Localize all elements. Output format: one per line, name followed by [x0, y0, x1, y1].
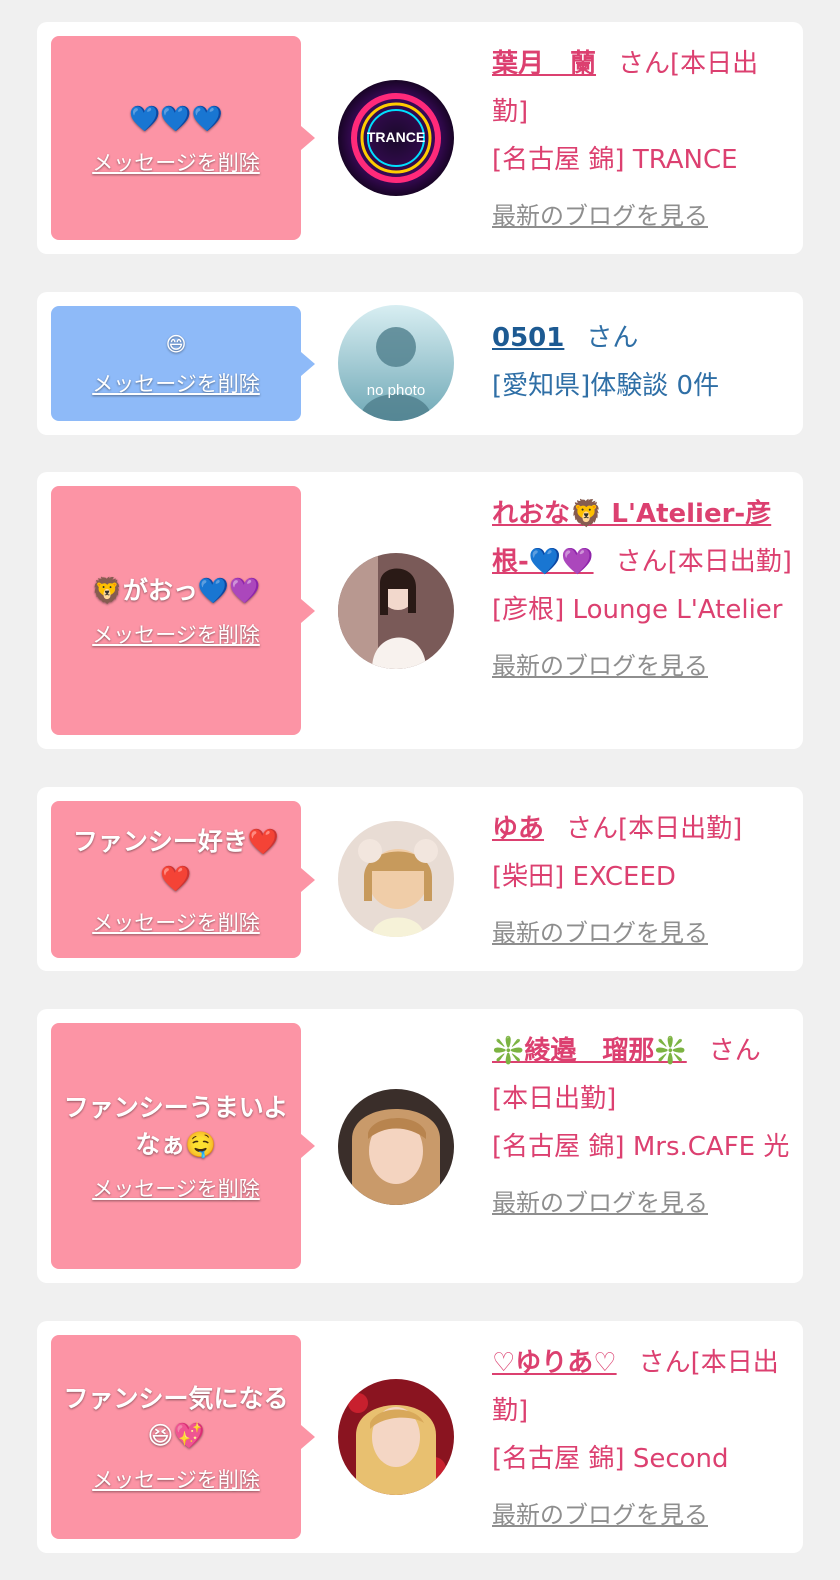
- message-bubble: ファンシーうまいよなぁ🤤 メッセージを削除: [51, 1023, 315, 1269]
- cast-name-link[interactable]: 葉月 蘭: [492, 49, 596, 79]
- avatar[interactable]: TRANCE: [338, 80, 454, 196]
- delete-message-link[interactable]: メッセージを削除: [92, 147, 260, 177]
- user-info: 0501 さん [愛知県]体験談 0件: [492, 314, 792, 410]
- message-text: ファンシー好き❤️❤️: [72, 826, 280, 893]
- view-blog-link[interactable]: 最新のブログを見る: [492, 192, 708, 240]
- message-text: 💙💙💙: [129, 103, 223, 133]
- avatar[interactable]: [338, 821, 454, 937]
- message-bubble: ファンシー好き❤️❤️ メッセージを削除: [51, 801, 315, 958]
- delete-message-link[interactable]: メッセージを削除: [92, 1173, 260, 1203]
- cast-info: ❇️綾邉 瑠那❇️ さん [本日出勤] [名古屋 錦] Mrs.CAFE 光 最新の…: [492, 1027, 792, 1227]
- view-blog-link[interactable]: 最新のブログを見る: [492, 909, 708, 957]
- message-card: ファンシーうまいよなぁ🤤 メッセージを削除 ❇️綾邉 瑠那❇️ さん [本日出勤] …: [37, 1009, 803, 1283]
- message-card: 😄 メッセージを削除 no photo 0501 さん [愛知県]体験談 0件: [37, 292, 803, 435]
- view-blog-link[interactable]: 最新のブログを見る: [492, 642, 708, 690]
- message-bubble: 💙💙💙 メッセージを削除: [51, 36, 315, 240]
- shop-label: [柴田] EXCEED: [492, 862, 676, 892]
- honorific: さん: [615, 547, 668, 577]
- cast-info: れおな🦁 L'Atelier-彦根-💙💜 さん[本日出勤] [彦根] Lounge…: [492, 490, 792, 690]
- avatar[interactable]: [338, 553, 454, 669]
- cast-info: ゆあ さん[本日出勤] [柴田] EXCEED 最新のブログを見る: [492, 805, 792, 957]
- message-text: 🦁がおっ💙💜: [91, 576, 261, 605]
- cast-name-link[interactable]: ゆあ: [492, 814, 544, 844]
- avatar[interactable]: no photo: [338, 305, 454, 421]
- honorific: さん: [708, 1036, 761, 1066]
- review-count-label: [愛知県]体験談 0件: [492, 371, 720, 401]
- cast-info: 葉月 蘭さん[本日出勤] [名古屋 錦] TRANCE 最新のブログを見る: [492, 40, 792, 240]
- message-card: 💙💙💙 メッセージを削除 TRANCE 葉月 蘭さん[本日出勤] [名古屋 錦]…: [37, 22, 803, 254]
- delete-message-link[interactable]: メッセージを削除: [92, 1464, 260, 1494]
- message-card: ファンシー気になる😆💖 メッセージを削除 ♡ゆりあ♡ さん[本日出勤] [名古屋 …: [37, 1321, 803, 1553]
- honorific: さん: [586, 323, 639, 353]
- honorific: さん: [618, 49, 671, 79]
- message-bubble: 😄 メッセージを削除: [51, 306, 315, 421]
- message-text: ファンシーうまいよなぁ🤤: [63, 1093, 289, 1159]
- status-label: [本日出勤]: [618, 814, 743, 844]
- view-blog-link[interactable]: 最新のブログを見る: [492, 1491, 708, 1539]
- view-blog-link[interactable]: 最新のブログを見る: [492, 1179, 708, 1227]
- message-text: 😄: [165, 331, 187, 356]
- no-photo-text: no photo: [367, 382, 425, 399]
- user-name-link[interactable]: 0501: [492, 323, 564, 353]
- avatar[interactable]: [338, 1379, 454, 1495]
- avatar[interactable]: [338, 1089, 454, 1205]
- cast-name-link[interactable]: ♡ゆりあ♡: [492, 1348, 617, 1378]
- message-text: ファンシー気になる😆💖: [63, 1384, 289, 1450]
- cast-info: ♡ゆりあ♡ さん[本日出勤] [名古屋 錦] Second 最新のブログを見る: [492, 1339, 792, 1539]
- shop-label: [彦根] Lounge L'Atelier: [492, 595, 783, 625]
- honorific: さん: [638, 1348, 691, 1378]
- cast-name-link[interactable]: ❇️綾邉 瑠那❇️: [492, 1036, 687, 1066]
- honorific: さん: [566, 814, 619, 844]
- message-bubble: ファンシー気になる😆💖 メッセージを削除: [51, 1335, 315, 1539]
- status-label: [本日出勤]: [667, 547, 792, 577]
- message-card: 🦁がおっ💙💜 メッセージを削除 れおな🦁 L'Atelier-彦根-💙💜 さん[本…: [37, 472, 803, 749]
- message-card: ファンシー好き❤️❤️ メッセージを削除 ゆあ さん[本日出勤] [柴田] EXC…: [37, 787, 803, 971]
- svg-text:TRANCE: TRANCE: [367, 129, 425, 145]
- status-label: [本日出勤]: [492, 1084, 617, 1114]
- delete-message-link[interactable]: メッセージを削除: [92, 368, 260, 398]
- shop-label: [名古屋 錦] TRANCE: [492, 145, 738, 175]
- delete-message-link[interactable]: メッセージを削除: [92, 619, 260, 649]
- shop-label: [名古屋 錦] Mrs.CAFE 光: [492, 1132, 790, 1162]
- message-bubble: 🦁がおっ💙💜 メッセージを削除: [51, 486, 315, 735]
- shop-label: [名古屋 錦] Second: [492, 1444, 729, 1474]
- delete-message-link[interactable]: メッセージを削除: [92, 907, 260, 937]
